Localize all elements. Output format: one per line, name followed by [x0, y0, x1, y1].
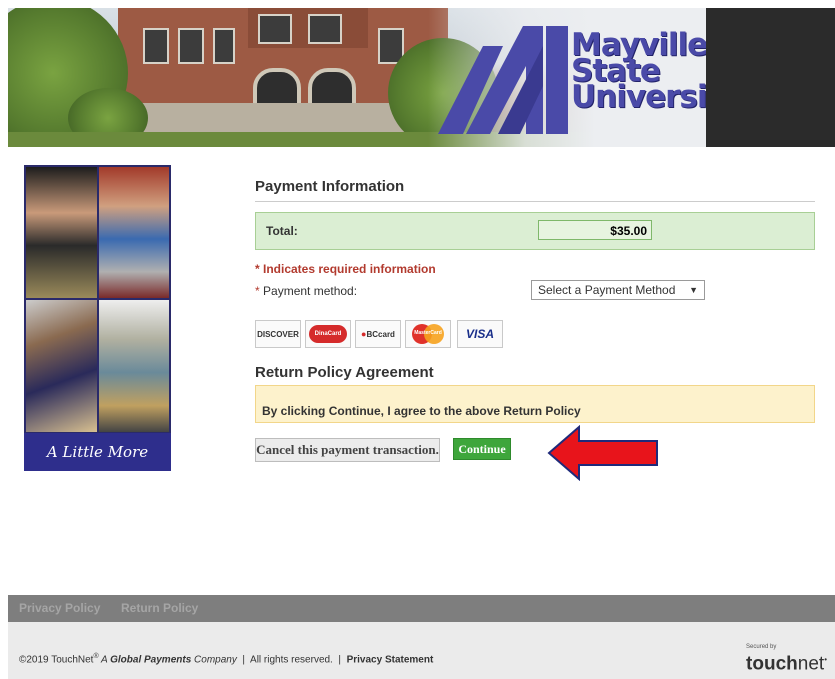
return-policy-agreement-box: By clicking Continue, I agree to the abo…	[255, 385, 815, 423]
mastercard-label: MasterCard	[414, 330, 442, 336]
header-dark-panel	[706, 8, 835, 147]
payment-form: Payment Information Total: $35.00 * Indi…	[255, 172, 815, 462]
campus-banner-image: Mayville State University	[8, 8, 706, 147]
copyright-line: ©2019 TouchNet® A Global Payments Compan…	[19, 653, 433, 665]
footer-separator-2: |	[338, 654, 342, 666]
total-amount-field: $35.00	[538, 220, 652, 240]
dinacard-label: DinaCard	[309, 325, 347, 343]
bccard-icon: ● BCcard	[355, 320, 401, 348]
sidebar-photo-collage: A Little More	[24, 165, 171, 471]
touchnet-logo-bold: touch	[746, 653, 798, 675]
visa-card-icon: VISA	[457, 320, 503, 348]
touchnet-dot-icon: •	[824, 655, 827, 664]
visa-card-label: VISA	[465, 327, 494, 341]
return-policy-link[interactable]: Return Policy	[121, 601, 198, 615]
payment-method-row: * Payment method: Select a Payment Metho…	[255, 280, 815, 306]
student-laptop-photo	[99, 167, 169, 298]
cancel-payment-button[interactable]: Cancel this payment transaction.	[255, 438, 440, 462]
accepted-cards: DISCOVER DinaCard ● BCcard MasterCard VIS…	[255, 320, 815, 352]
mastercard-icon: MasterCard	[405, 320, 451, 348]
total-row: Total: $35.00	[255, 212, 815, 250]
return-policy-heading: Return Policy Agreement	[255, 364, 434, 381]
bccard-label: BCcard	[366, 329, 395, 339]
mastercard-logo: MasterCard	[410, 324, 446, 344]
company-a: A	[98, 654, 111, 666]
rights-text: All rights reserved.	[250, 654, 333, 666]
site-header: Mayville State University	[8, 8, 835, 147]
footer-separator-1: |	[242, 654, 246, 666]
company-suffix: Company	[191, 654, 237, 666]
red-arrow-annotation	[547, 425, 658, 481]
payment-method-select[interactable]: Select a Payment Method ▼	[531, 280, 705, 300]
footer-navigation: Privacy Policy Return Policy	[8, 595, 835, 622]
university-name-line-3: University	[571, 79, 706, 115]
dinacard-icon: DinaCard	[305, 320, 351, 348]
action-buttons: Cancel this payment transaction. Continu…	[255, 438, 815, 462]
required-star: *	[255, 284, 264, 298]
discover-card-label: DISCOVER	[257, 329, 299, 339]
agreement-text: By clicking Continue, I agree to the abo…	[262, 404, 581, 418]
privacy-statement-link[interactable]: Privacy Statement	[347, 654, 434, 665]
continue-button[interactable]: Continue	[453, 438, 511, 460]
payment-method-selected: Select a Payment Method	[538, 283, 676, 297]
lab-photo	[99, 300, 169, 432]
touchnet-logo-light: net	[797, 653, 825, 675]
site-footer: ©2019 TouchNet® A Global Payments Compan…	[8, 622, 835, 679]
chevron-down-icon: ▼	[689, 285, 698, 295]
msu-logo-mark	[438, 26, 568, 134]
university-name: Mayville State University	[571, 30, 706, 115]
payment-method-label: Payment method:	[263, 284, 358, 298]
privacy-policy-link[interactable]: Privacy Policy	[19, 601, 100, 615]
band-photo	[26, 300, 97, 432]
secured-by-touchnet-logo: Secured by touchnet•	[746, 644, 827, 673]
sidebar-tagline: A Little More	[24, 433, 171, 471]
total-label: Total:	[266, 224, 298, 238]
discover-card-icon: DISCOVER	[255, 320, 301, 348]
required-info-note: * Indicates required information	[255, 262, 436, 276]
graduate-photo	[26, 167, 97, 298]
company-name: Global Payments	[110, 654, 192, 666]
copyright-text: ©2019 TouchNet	[19, 654, 94, 666]
payment-information-heading: Payment Information	[255, 172, 815, 202]
